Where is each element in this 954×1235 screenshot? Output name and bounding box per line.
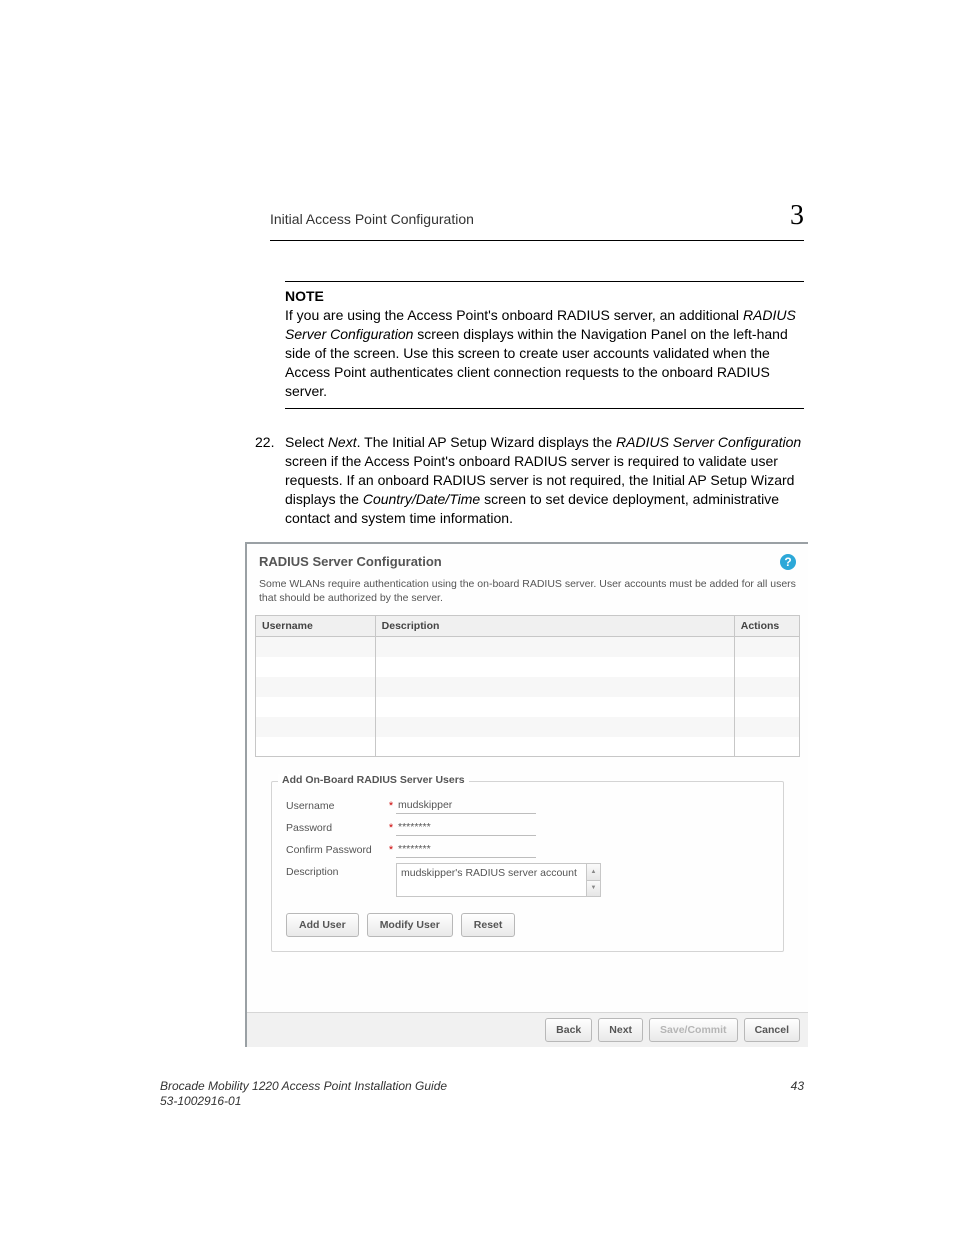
running-header: Initial Access Point Configuration 3 bbox=[160, 200, 804, 232]
table-row[interactable] bbox=[256, 737, 800, 757]
fieldset-legend: Add On-Board RADIUS Server Users bbox=[278, 774, 469, 786]
required-marker: * bbox=[386, 797, 396, 812]
running-title: Initial Access Point Configuration bbox=[270, 211, 474, 227]
table-row[interactable] bbox=[256, 717, 800, 737]
save-commit-button[interactable]: Save/Commit bbox=[649, 1018, 738, 1042]
col-actions[interactable]: Actions bbox=[734, 616, 799, 637]
footer-guide-title: Brocade Mobility 1220 Access Point Insta… bbox=[160, 1079, 447, 1095]
spinner-up-icon[interactable]: ▲ bbox=[587, 864, 600, 881]
page-footer: Brocade Mobility 1220 Access Point Insta… bbox=[160, 1079, 804, 1110]
col-username[interactable]: Username bbox=[256, 616, 376, 637]
spacer bbox=[386, 863, 396, 866]
spinner-down-icon[interactable]: ▼ bbox=[587, 881, 600, 897]
step-seg-i2: RADIUS Server Configuration bbox=[616, 434, 801, 450]
reset-button[interactable]: Reset bbox=[461, 913, 516, 937]
col-description[interactable]: Description bbox=[375, 616, 734, 637]
username-input[interactable] bbox=[396, 797, 536, 814]
chapter-number: 3 bbox=[790, 200, 804, 232]
required-marker: * bbox=[386, 841, 396, 856]
confirm-password-input[interactable] bbox=[396, 841, 536, 858]
note-block: NOTE If you are using the Access Point's… bbox=[285, 281, 804, 409]
footer-page-number: 43 bbox=[791, 1079, 804, 1110]
panel-title: RADIUS Server Configuration bbox=[259, 554, 442, 569]
label-confirm-password: Confirm Password bbox=[286, 841, 386, 856]
radius-config-screenshot: RADIUS Server Configuration ? Some WLANs… bbox=[245, 542, 808, 1047]
textarea-spinner: ▲ ▼ bbox=[586, 863, 601, 897]
step-seg-i1: Next bbox=[328, 434, 357, 450]
required-marker: * bbox=[386, 819, 396, 834]
label-description: Description bbox=[286, 863, 386, 878]
step-22: 22. Select Next. The Initial AP Setup Wi… bbox=[255, 433, 804, 527]
note-text: If you are using the Access Point's onbo… bbox=[285, 306, 804, 400]
table-row[interactable] bbox=[256, 657, 800, 677]
label-username: Username bbox=[286, 797, 386, 812]
users-table: Username Description Actions bbox=[255, 615, 800, 757]
panel-description: Some WLANs require authentication using … bbox=[247, 574, 808, 615]
step-text: Select Next. The Initial AP Setup Wizard… bbox=[285, 433, 804, 527]
modify-user-button[interactable]: Modify User bbox=[367, 913, 453, 937]
help-icon[interactable]: ? bbox=[780, 554, 796, 570]
cancel-button[interactable]: Cancel bbox=[744, 1018, 800, 1042]
add-users-fieldset: Add On-Board RADIUS Server Users Usernam… bbox=[271, 781, 784, 952]
table-row[interactable] bbox=[256, 697, 800, 717]
label-password: Password bbox=[286, 819, 386, 834]
table-row[interactable] bbox=[256, 637, 800, 657]
header-divider bbox=[270, 240, 804, 241]
step-seg-i3: Country/Date/Time bbox=[363, 491, 480, 507]
step-seg-b: . The Initial AP Setup Wizard displays t… bbox=[357, 434, 616, 450]
next-button[interactable]: Next bbox=[598, 1018, 643, 1042]
step-number: 22. bbox=[255, 433, 285, 527]
description-textarea[interactable] bbox=[396, 863, 586, 897]
back-button[interactable]: Back bbox=[545, 1018, 592, 1042]
add-user-button[interactable]: Add User bbox=[286, 913, 359, 937]
table-row[interactable] bbox=[256, 677, 800, 697]
step-seg-a: Select bbox=[285, 434, 328, 450]
wizard-nav-bar: Back Next Save/Commit Cancel bbox=[247, 1012, 808, 1047]
note-text-a: If you are using the Access Point's onbo… bbox=[285, 307, 743, 323]
note-label: NOTE bbox=[285, 288, 804, 304]
password-input[interactable] bbox=[396, 819, 536, 836]
footer-doc-number: 53-1002916-01 bbox=[160, 1094, 447, 1110]
